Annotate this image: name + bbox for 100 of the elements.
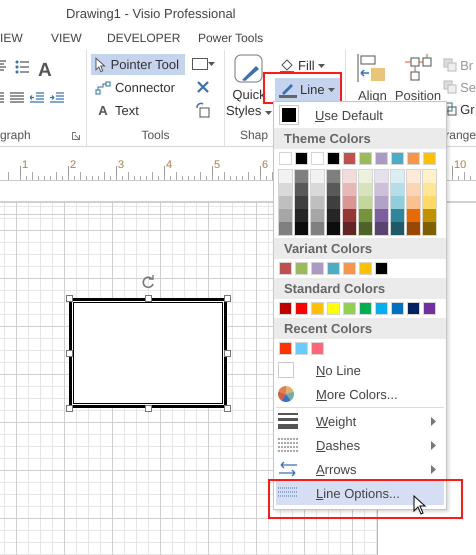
- color-swatch[interactable]: [327, 152, 340, 165]
- color-swatch[interactable]: [407, 209, 420, 222]
- color-swatch[interactable]: [295, 196, 308, 209]
- color-swatch[interactable]: [279, 183, 292, 196]
- color-swatch[interactable]: [343, 302, 356, 315]
- color-swatch[interactable]: [423, 209, 436, 222]
- tool-button[interactable]: Connector: [91, 77, 185, 98]
- color-swatch[interactable]: [391, 196, 404, 209]
- menu-item[interactable]: More Colors...: [276, 382, 444, 406]
- color-swatch[interactable]: [423, 222, 436, 235]
- color-swatch[interactable]: [391, 222, 404, 235]
- fill-button[interactable]: Fill: [275, 54, 340, 77]
- color-swatch[interactable]: [327, 183, 340, 196]
- color-swatch[interactable]: [391, 152, 404, 165]
- color-swatch[interactable]: [407, 196, 420, 209]
- dialog-launcher-icon[interactable]: [72, 132, 80, 140]
- menu-item[interactable]: Weight: [276, 409, 444, 433]
- color-swatch[interactable]: [327, 196, 340, 209]
- menu-item[interactable]: Arrows: [276, 457, 444, 481]
- color-swatch[interactable]: [279, 170, 292, 183]
- line-button[interactable]: Line: [275, 78, 340, 101]
- color-swatch[interactable]: [311, 196, 324, 209]
- color-swatch[interactable]: [311, 342, 324, 355]
- color-swatch[interactable]: [359, 302, 372, 315]
- rectangle-shape[interactable]: [69, 298, 227, 408]
- color-swatch[interactable]: [343, 196, 356, 209]
- color-swatch[interactable]: [391, 170, 404, 183]
- ribbon-tab[interactable]: VIEW: [51, 28, 107, 48]
- ribbon-tab[interactable]: Power Tools: [198, 28, 288, 48]
- color-swatch[interactable]: [311, 170, 324, 183]
- color-swatch[interactable]: [359, 222, 372, 235]
- color-swatch[interactable]: [407, 170, 420, 183]
- selection-handle[interactable]: [145, 295, 152, 302]
- rotate-handle-icon[interactable]: [141, 275, 155, 289]
- color-swatch[interactable]: [343, 209, 356, 222]
- color-swatch[interactable]: [407, 183, 420, 196]
- tool-button[interactable]: Pointer Tool: [91, 54, 185, 75]
- color-swatch[interactable]: [343, 262, 356, 275]
- color-swatch[interactable]: [311, 222, 324, 235]
- color-swatch[interactable]: [423, 196, 436, 209]
- color-swatch[interactable]: [343, 222, 356, 235]
- color-swatch[interactable]: [375, 170, 388, 183]
- color-swatch[interactable]: [327, 302, 340, 315]
- color-swatch[interactable]: [375, 196, 388, 209]
- ribbon-tab[interactable]: IEW: [0, 28, 51, 48]
- color-swatch[interactable]: [311, 209, 324, 222]
- color-swatch[interactable]: [359, 196, 372, 209]
- color-swatch[interactable]: [295, 183, 308, 196]
- color-swatch[interactable]: [375, 152, 388, 165]
- color-swatch[interactable]: [279, 209, 292, 222]
- menu-item[interactable]: Dashes: [276, 433, 444, 457]
- color-swatch[interactable]: [327, 262, 340, 275]
- color-swatch[interactable]: [279, 152, 292, 165]
- color-swatch[interactable]: [279, 342, 292, 355]
- color-swatch[interactable]: [375, 209, 388, 222]
- color-swatch[interactable]: [295, 170, 308, 183]
- color-swatch[interactable]: [327, 209, 340, 222]
- selection-handle[interactable]: [224, 350, 231, 357]
- color-swatch[interactable]: [423, 170, 436, 183]
- color-swatch[interactable]: [279, 196, 292, 209]
- color-swatch[interactable]: [295, 222, 308, 235]
- color-swatch[interactable]: [407, 302, 420, 315]
- color-swatch[interactable]: [279, 302, 292, 315]
- selection-handle[interactable]: [145, 405, 152, 412]
- color-swatch[interactable]: [359, 170, 372, 183]
- selection-handle[interactable]: [224, 405, 231, 412]
- color-swatch[interactable]: [359, 183, 372, 196]
- color-swatch[interactable]: [375, 183, 388, 196]
- color-swatch[interactable]: [407, 152, 420, 165]
- selection-handle[interactable]: [66, 405, 73, 412]
- color-swatch[interactable]: [359, 262, 372, 275]
- color-swatch[interactable]: [311, 262, 324, 275]
- color-swatch[interactable]: [423, 302, 436, 315]
- color-swatch[interactable]: [279, 222, 292, 235]
- color-swatch[interactable]: [359, 209, 372, 222]
- color-swatch[interactable]: [375, 262, 388, 275]
- color-swatch[interactable]: [295, 302, 308, 315]
- color-swatch[interactable]: [295, 152, 308, 165]
- ribbon-tab[interactable]: DEVELOPER: [107, 28, 198, 48]
- color-swatch[interactable]: [359, 152, 372, 165]
- color-swatch[interactable]: [343, 183, 356, 196]
- menu-item[interactable]: Line Options...: [276, 481, 444, 505]
- color-swatch[interactable]: [295, 342, 308, 355]
- color-swatch[interactable]: [423, 183, 436, 196]
- color-swatch[interactable]: [327, 170, 340, 183]
- color-swatch[interactable]: [391, 209, 404, 222]
- color-swatch[interactable]: [375, 222, 388, 235]
- menu-item[interactable]: No Line: [276, 358, 444, 382]
- color-swatch[interactable]: [343, 152, 356, 165]
- color-swatch[interactable]: [407, 222, 420, 235]
- color-swatch[interactable]: [311, 152, 324, 165]
- color-swatch[interactable]: [279, 262, 292, 275]
- selection-handle[interactable]: [224, 295, 231, 302]
- color-swatch[interactable]: [391, 183, 404, 196]
- color-swatch[interactable]: [375, 302, 388, 315]
- text-direction-icon[interactable]: A: [38, 60, 52, 82]
- color-swatch[interactable]: [295, 262, 308, 275]
- color-swatch[interactable]: [391, 302, 404, 315]
- color-swatch[interactable]: [311, 183, 324, 196]
- color-swatch[interactable]: [311, 302, 324, 315]
